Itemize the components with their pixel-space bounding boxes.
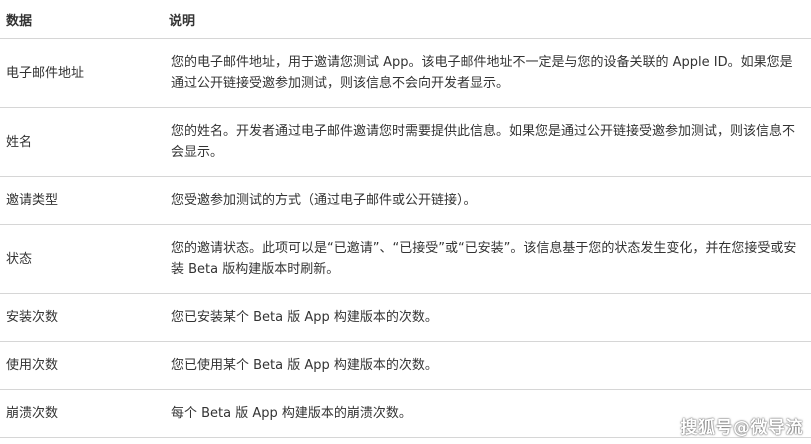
row-key: 邀请类型 xyxy=(0,176,163,225)
row-key: 姓名 xyxy=(0,107,163,177)
table-row: 安装次数 您已安装某个 Beta 版 App 构建版本的次数。 xyxy=(0,293,811,342)
row-key: 电子邮件地址 xyxy=(0,38,163,108)
row-description: 您的电子邮件地址，用于邀请您测试 App。该电子邮件地址不一定是与您的设备关联的… xyxy=(163,38,811,108)
table-row: 状态 您的邀请状态。此项可以是“已邀请”、“已接受”或“已安装”。该信息基于您的… xyxy=(0,224,811,294)
column-header-data: 数据 xyxy=(0,0,163,39)
row-key: 状态 xyxy=(0,224,163,294)
table-row: 邀请类型 您受邀参加测试的方式（通过电子邮件或公开链接）。 xyxy=(0,176,811,225)
table-row: 使用次数 您已使用某个 Beta 版 App 构建版本的次数。 xyxy=(0,341,811,390)
row-key: 使用次数 xyxy=(0,341,163,390)
table-row: 电子邮件地址 您的电子邮件地址，用于邀请您测试 App。该电子邮件地址不一定是与… xyxy=(0,38,811,108)
row-key: 崩溃次数 xyxy=(0,389,163,438)
column-header-description: 说明 xyxy=(163,0,811,39)
row-description: 您的姓名。开发者通过电子邮件邀请您时需要提供此信息。如果您是通过公开链接受邀参加… xyxy=(163,107,811,177)
row-description: 您受邀参加测试的方式（通过电子邮件或公开链接）。 xyxy=(163,176,811,225)
table-row: 姓名 您的姓名。开发者通过电子邮件邀请您时需要提供此信息。如果您是通过公开链接受… xyxy=(0,107,811,177)
row-description: 您已使用某个 Beta 版 App 构建版本的次数。 xyxy=(163,341,811,390)
watermark-text: 搜狐号@微导流 xyxy=(680,418,803,438)
table-header-row: 数据 说明 xyxy=(0,0,811,39)
row-description: 您已安装某个 Beta 版 App 构建版本的次数。 xyxy=(163,293,811,342)
row-key: 安装次数 xyxy=(0,293,163,342)
data-description-table: 数据 说明 电子邮件地址 您的电子邮件地址，用于邀请您测试 App。该电子邮件地… xyxy=(0,0,811,438)
row-description: 您的邀请状态。此项可以是“已邀请”、“已接受”或“已安装”。该信息基于您的状态发… xyxy=(163,224,811,294)
